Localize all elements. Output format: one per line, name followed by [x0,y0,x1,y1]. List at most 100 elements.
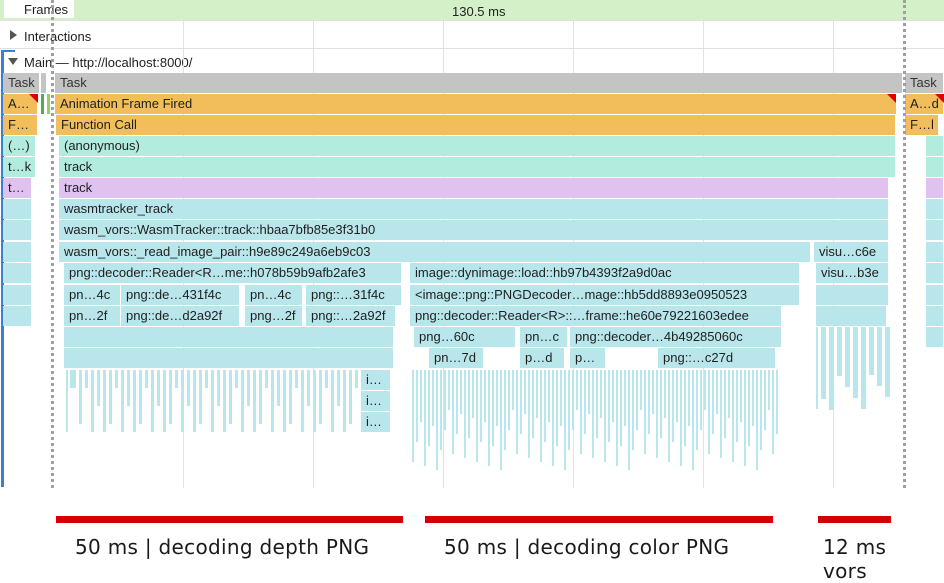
call-sliver [724,370,726,438]
function-call-block[interactable]: Function Call [56,115,896,135]
track-wasm-block[interactable] [926,178,944,198]
png-block[interactable]: p…d [520,348,565,368]
call-sliver [109,370,112,424]
png-block[interactable]: pn…2f [64,306,121,326]
track-block[interactable]: track [59,157,896,177]
call-sliver [480,370,482,442]
reader-frame-block[interactable]: png::decoder::Reader<R>::…frame::he60e79… [410,306,782,326]
call-sliver [484,370,486,422]
call-sliver [428,370,430,446]
call-sliver [456,370,458,434]
png-block[interactable]: png…2f [245,306,303,326]
wasmtracker-track-block[interactable]: wasmtracker_track [59,199,889,219]
frame-duration: 130.5 ms [452,4,506,19]
wasm-block[interactable] [926,242,944,262]
wasm-block[interactable] [926,285,944,305]
png-decoder-block[interactable]: <image::png::PNGDecoder…mage::hb5dd8893e… [410,285,800,305]
call-sliver [121,370,124,432]
png-block[interactable]: png…60c [414,327,516,347]
track-block[interactable]: t…k [3,157,36,177]
png-block[interactable]: png::…2a92f [306,306,396,326]
visu-block[interactable]: visu…c6e [814,242,889,262]
performance-flame-chart[interactable]: Frames 130.5 ms Interactions Main — http… [0,0,944,488]
chevron-down-icon[interactable] [8,58,18,65]
visu-block[interactable]: visu…b3e [816,263,889,283]
call-sliver [289,370,292,424]
task-block[interactable]: Task [55,73,903,93]
png-block[interactable]: png::de…431f4c [121,285,240,305]
function-call-block[interactable]: F… [3,115,38,135]
call-sliver [548,370,550,422]
function-call-block[interactable]: F…l [905,115,939,135]
wasm-block[interactable] [816,285,889,305]
png-block[interactable]: pn…c [520,327,568,347]
png-block[interactable]: png::decoder…4b49285060c [570,327,782,347]
track-block[interactable] [926,157,944,177]
chevron-right-icon[interactable] [10,30,17,40]
anonymous-block[interactable] [926,136,944,156]
green-marker [41,94,44,114]
call-sliver [504,370,506,450]
png-block[interactable]: png::…31f4c [306,285,402,305]
wasm-block[interactable] [926,327,944,347]
call-sliver [596,370,598,438]
wasm-block[interactable] [3,220,32,240]
call-sliver [744,370,746,466]
main-thread-label[interactable]: Main — http://localhost:8000/ [24,55,192,70]
wasm-block[interactable] [3,199,32,219]
task-block[interactable]: Task [3,73,40,93]
call-sliver [716,370,718,414]
interactions-divider [0,48,944,49]
read-image-pair-block[interactable]: wasm_vors::_read_image_pair::h9e89c249a6… [59,242,811,262]
wasm-block[interactable] [926,263,944,283]
wasm-block[interactable] [64,327,394,347]
png-reader-block[interactable]: png::decoder::Reader<R…me::h078b59b9afb2… [64,263,402,283]
inflate-block[interactable]: i… [361,412,391,432]
green-marker [47,94,50,114]
wasm-tracker-track-block[interactable]: wasm_vors::WasmTracker::track::hbaa7bfb8… [59,220,889,240]
task-block[interactable]: Task [905,73,944,93]
call-sliver [247,370,250,406]
png-block[interactable]: pn…7d [429,348,484,368]
wasm-block[interactable] [3,263,32,283]
track-wasm-block[interactable]: track [59,178,889,198]
wasm-block[interactable] [926,306,944,326]
wasm-block[interactable] [816,306,887,326]
task-block[interactable] [41,73,47,93]
call-sliver [768,370,770,410]
call-sliver [580,370,582,454]
wasm-block[interactable] [64,348,394,368]
dynimage-load-block[interactable]: image::dynimage::load::hb97b4393f2a9d0ac [410,263,800,283]
png-block[interactable]: p… [570,348,606,368]
png-block[interactable]: png::…c27d [658,348,776,368]
warning-triangle-icon [29,94,38,103]
track-wasm-block[interactable]: t… [3,178,32,198]
call-sliver [845,327,850,387]
inflate-block[interactable]: i… [361,391,391,411]
png-block[interactable]: png::de…d2a92f [121,306,240,326]
call-sliver [424,370,426,466]
wasm-block[interactable] [3,285,32,305]
call-sliver [211,370,214,432]
call-sliver [760,370,762,450]
anonymous-block[interactable]: (anonymous) [59,136,896,156]
wasm-block[interactable] [926,220,944,240]
call-sliver [488,370,490,466]
animation-frame-block[interactable]: Animation Frame Fired [55,94,897,114]
inflate-block[interactable]: i… [361,370,391,390]
frame-boundary [903,0,906,488]
call-sliver [556,370,558,446]
call-sliver [672,370,674,442]
wasm-block[interactable] [3,242,32,262]
interactions-label[interactable]: Interactions [24,29,91,44]
anonymous-block[interactable]: (…) [3,136,36,156]
call-sliver [756,370,758,470]
wasm-block[interactable] [926,199,944,219]
call-sliver [752,370,754,426]
wasm-block[interactable] [3,306,32,326]
call-sliver [241,370,244,432]
call-sliver [476,370,478,462]
png-block[interactable]: pn…4c [64,285,121,305]
call-sliver [343,370,346,432]
png-block[interactable]: pn…4c [245,285,303,305]
